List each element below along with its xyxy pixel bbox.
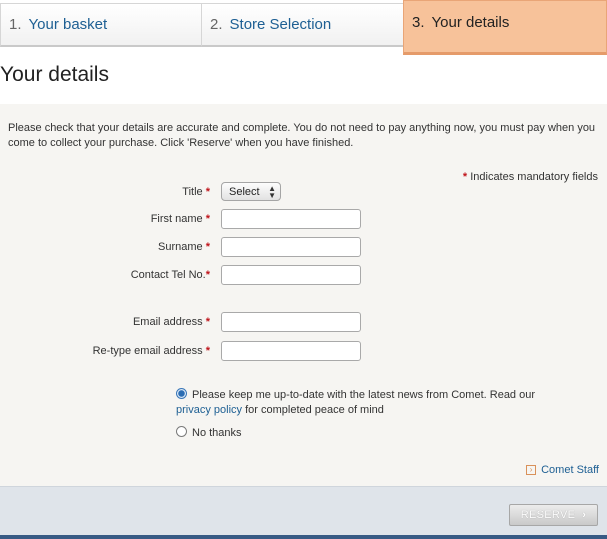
page-title: Your details — [0, 63, 109, 86]
contact-tel-input[interactable] — [221, 265, 361, 285]
required-marker: * — [205, 316, 210, 328]
opt-out-text: No thanks — [192, 427, 242, 439]
title-label: Title * — [182, 186, 210, 198]
arrow-box-icon: › — [526, 465, 537, 475]
retype-email-row: Re-type email address * — [0, 341, 607, 363]
checkout-steps: 1. Your basket 2. Store Selection 3. You… — [0, 0, 607, 55]
tel-label-text: Contact Tel No. — [130, 269, 206, 281]
comet-staff-label: Comet Staff — [541, 464, 599, 476]
reserve-button[interactable]: RESERVE › — [509, 504, 598, 526]
newsletter-opt-in[interactable]: Please keep me up-to-date with the lates… — [176, 388, 576, 418]
retype-email-label: Re-type email address * — [93, 345, 210, 357]
first-name-label: First name * — [151, 213, 210, 225]
bottom-divider — [0, 535, 607, 539]
first-name-input[interactable] — [221, 209, 361, 229]
email-label: Email address * — [133, 316, 210, 328]
first-name-row: First name * — [0, 209, 607, 231]
reserve-label: RESERVE — [520, 509, 576, 521]
email-label-text: Email address — [132, 316, 203, 328]
step-number: 2. — [210, 16, 223, 33]
title-select-value: Select — [229, 185, 260, 198]
opt-in-text: Please keep me up-to-date with the lates… — [192, 389, 536, 401]
required-marker: * — [205, 345, 210, 357]
retype-email-input[interactable] — [221, 341, 361, 361]
title-select[interactable]: Select ▲ ▼ — [221, 182, 281, 201]
step-label: Your basket — [28, 16, 108, 33]
step-label: Store Selection — [229, 16, 332, 33]
step-your-basket[interactable]: 1. Your basket — [0, 3, 202, 47]
opt-out-radio[interactable] — [176, 426, 187, 437]
chevron-right-icon: › — [582, 509, 587, 521]
surname-label-text: Surname — [158, 241, 203, 253]
intro-text: Please check that your details are accur… — [8, 122, 596, 149]
privacy-policy-link[interactable]: privacy policy — [176, 404, 242, 416]
step-your-details-active: 3. Your details — [403, 0, 607, 55]
first-name-label-text: First name — [150, 213, 203, 225]
step-number: 3. — [412, 14, 425, 31]
step-label: Your details — [431, 14, 510, 31]
opt-in-text-2: for completed peace of mind — [245, 404, 384, 416]
tel-row: Contact Tel No.* — [0, 265, 607, 287]
required-marker: * — [205, 186, 210, 198]
surname-input[interactable] — [221, 237, 361, 257]
email-row: Email address * — [0, 312, 607, 334]
comet-staff-link[interactable]: › Comet Staff — [526, 464, 599, 476]
required-marker: * — [205, 213, 210, 225]
step-store-selection[interactable]: 2. Store Selection — [201, 3, 404, 47]
tel-label: Contact Tel No.* — [131, 269, 210, 281]
step-number: 1. — [9, 16, 22, 33]
email-input[interactable] — [221, 312, 361, 332]
title-label-text: Title — [182, 186, 203, 198]
newsletter-opt-out[interactable]: No thanks — [176, 426, 242, 441]
surname-row: Surname * — [0, 237, 607, 259]
surname-label: Surname * — [158, 241, 210, 253]
details-form-panel: Please check that your details are accur… — [0, 104, 607, 486]
select-arrows-icon: ▲ ▼ — [268, 184, 276, 200]
required-marker: * — [205, 269, 210, 281]
title-row: Title * Select ▲ ▼ — [0, 182, 607, 204]
retype-email-label-text: Re-type email address — [92, 345, 203, 357]
required-marker: * — [205, 241, 210, 253]
form-footer: RESERVE › — [0, 486, 607, 539]
opt-in-radio[interactable] — [176, 388, 187, 399]
